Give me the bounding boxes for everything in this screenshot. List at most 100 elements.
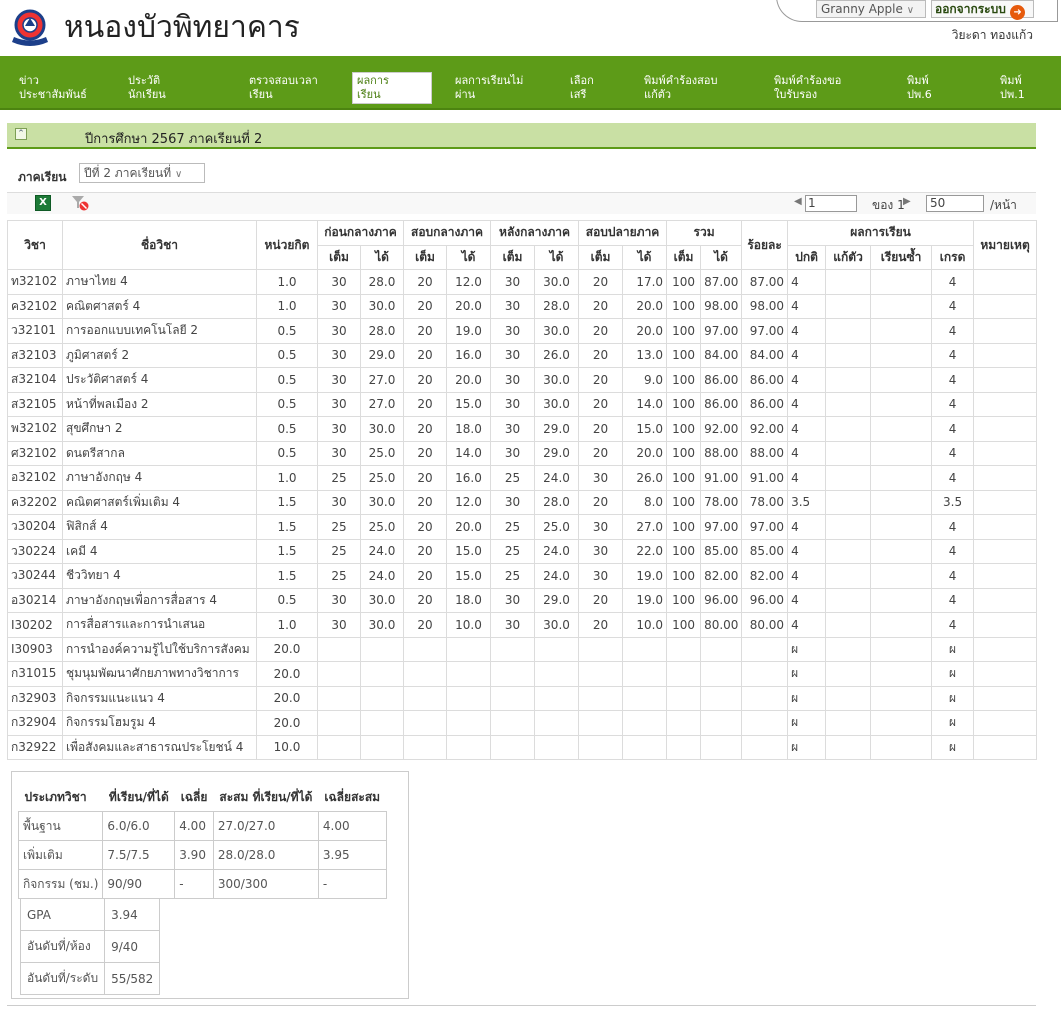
remark: [973, 269, 1038, 295]
nav-item-news[interactable]: ข่าว ประชาสัมพันธ์: [19, 74, 87, 102]
post-mid-full: 30: [490, 612, 536, 638]
nav-item-print-por1[interactable]: พิมพ์ ปพ.1: [1000, 74, 1025, 102]
grade: 4: [931, 342, 975, 368]
grade-repeat: [870, 391, 933, 417]
table-row: ว30204 ฟิสิกส์ 4 1.5 25 25.0 20 20.0 25 25.0 30 27…: [7, 514, 1038, 540]
summary-table: ประเภทวิชา ที่เรียน/ที่ได้ เฉลี่ย สะสม ท…: [17, 784, 387, 899]
percent: 80.00: [741, 612, 789, 638]
final-full: [578, 734, 624, 760]
pre-mid-score: [359, 685, 405, 711]
collapse-up-icon[interactable]: ⌃: [15, 128, 27, 140]
nav-item-grades[interactable]: ผลการ เรียน: [352, 72, 432, 104]
remark: [973, 563, 1038, 589]
post-mid-score: 28.0: [534, 293, 580, 319]
subject-name: เพื่อสังคมและสาธารณประโยชน์ 4: [62, 734, 257, 760]
clear-filter-icon[interactable]: [71, 195, 89, 211]
nav-item-student-profile[interactable]: ประวัติ นักเรียน: [128, 74, 166, 102]
credit: 0.5: [256, 587, 318, 613]
pre-mid-full: [317, 734, 361, 760]
subject-code: อ32102: [7, 465, 63, 491]
summary-header: เฉลี่ยสะสม: [324, 790, 381, 804]
triangle-right-icon[interactable]: ▶: [903, 196, 911, 207]
grade-normal: 4: [787, 538, 827, 564]
mid-full: 20: [403, 391, 448, 417]
header-result: ผลการเรียน: [787, 220, 975, 246]
post-mid-full: [490, 734, 536, 760]
subject-code: ว30244: [7, 563, 63, 589]
grade: 4: [931, 440, 975, 466]
page-size-input[interactable]: 50: [926, 195, 984, 212]
percent: [741, 710, 789, 736]
remark: [973, 489, 1038, 515]
mid-full: [403, 734, 448, 760]
grade-repeat: [870, 685, 933, 711]
grade-repeat: [870, 440, 933, 466]
theme-select[interactable]: Granny Apple ∨: [816, 0, 926, 18]
nav-item-failed-grades[interactable]: ผลการเรียนไม่ ผ่าน: [455, 74, 523, 102]
grade-normal: 4: [787, 367, 827, 393]
credits: 90/90: [102, 869, 176, 899]
table-row: ก32922 เพื่อสังคมและสาธารณประโยชน์ 4 10.0 ผ…: [7, 734, 1038, 760]
mid-score: [446, 710, 492, 736]
grade-normal: 4: [787, 342, 827, 368]
pre-mid-score: 30.0: [359, 293, 405, 319]
final-score: 19.0: [622, 587, 668, 613]
triangle-left-icon[interactable]: ◀: [794, 196, 802, 207]
nav-item-print-por6[interactable]: พิมพ์ ปพ.6: [907, 74, 932, 102]
post-mid-score: [534, 636, 580, 662]
remark: [973, 367, 1038, 393]
nav-item-free-elective[interactable]: เลือก เสรี: [570, 74, 594, 102]
gpa-body: GPA 3.94 อันดับที่/ห้อง 9/40 อันดับที่/ระดับ…: [19, 898, 161, 995]
header-final: สอบปลายภาค: [578, 220, 668, 246]
post-mid-full: [490, 710, 536, 736]
grade: 4: [931, 538, 975, 564]
pre-mid-full: 25: [317, 563, 361, 589]
gpa-summary-panel: ประเภทวิชา ที่เรียน/ที่ได้ เฉลี่ย สะสม ท…: [11, 771, 409, 999]
pre-mid-full: 30: [317, 342, 361, 368]
nav-item-print-retest-form[interactable]: พิมพ์คำร้องสอบ แก้ตัว: [644, 74, 717, 102]
pre-mid-full: 30: [317, 391, 361, 417]
grades-table: วิชา ชื่อวิชา หน่วยกิต ก่อนกลางภาค สอบกล…: [7, 220, 1038, 760]
post-mid-score: [534, 685, 580, 711]
nav-item-print-certificate-form[interactable]: พิมพ์คำร้องขอ ใบรับรอง: [774, 74, 841, 102]
mid-score: 12.0: [446, 489, 492, 515]
subject-name: ประวัติศาสตร์ 4: [62, 367, 257, 393]
excel-export-icon[interactable]: X: [35, 195, 51, 211]
post-mid-full: 30: [490, 269, 536, 295]
grade-normal: 3.5: [787, 489, 827, 515]
page-number-input[interactable]: 1: [805, 195, 857, 212]
header-full: เต็ม: [317, 244, 361, 270]
final-full: 30: [578, 514, 624, 540]
cumulative-credits: 300/300: [212, 869, 319, 899]
credit: 10.0: [256, 734, 318, 760]
post-mid-score: 30.0: [534, 367, 580, 393]
remark: [973, 440, 1038, 466]
pre-mid-full: 30: [317, 318, 361, 344]
pre-mid-score: 27.0: [359, 367, 405, 393]
subject-code: ท32102: [7, 269, 63, 295]
post-mid-full: 30: [490, 318, 536, 344]
semester-select[interactable]: ปีที่ 2 ภาคเรียนที่ ∨: [79, 163, 205, 183]
grade-retest: [825, 587, 872, 613]
grade-retest: [825, 440, 872, 466]
chevron-down-icon: ∨: [175, 169, 183, 180]
total-full: [666, 734, 702, 760]
mid-score: 10.0: [446, 612, 492, 638]
credit: 20.0: [256, 636, 318, 662]
grade-normal: 4: [787, 587, 827, 613]
gpa-value: 55/582: [104, 962, 161, 995]
logout-button[interactable]: ออกจากระบบ ➜: [931, 0, 1034, 20]
nav-item-attendance[interactable]: ตรวจสอบเวลา เรียน: [249, 74, 318, 102]
table-row: อ30214 ภาษาอังกฤษเพื่อการสื่อสาร 4 0.5 30 30…: [7, 587, 1038, 613]
percent: 85.00: [741, 538, 789, 564]
final-full: 20: [578, 391, 624, 417]
total-score: 80.00: [700, 612, 743, 638]
grade: 4: [931, 514, 975, 540]
pre-mid-full: 30: [317, 440, 361, 466]
subject-name: ชีววิทยา 4: [62, 563, 257, 589]
total-score: 86.00: [700, 391, 743, 417]
mid-full: 20: [403, 318, 448, 344]
total-score: [700, 661, 743, 687]
cumulative-average: 3.95: [317, 840, 387, 870]
mid-score: 12.0: [446, 269, 492, 295]
